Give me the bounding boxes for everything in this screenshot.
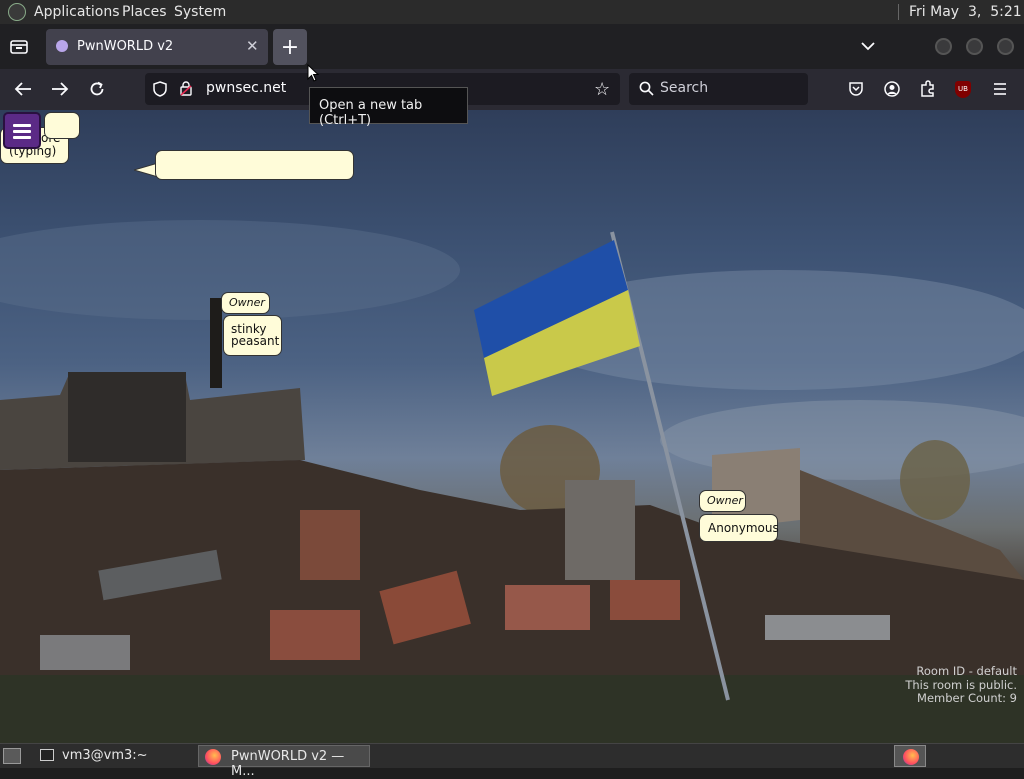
search-icon xyxy=(639,81,654,100)
taskbar-item-label: vm3@vm3:~ xyxy=(62,748,148,763)
window-maximize-button[interactable] xyxy=(966,38,983,55)
panel-divider xyxy=(898,4,899,20)
menu-icon xyxy=(13,123,31,139)
tab-pwnworld[interactable]: PwnWORLD v2 ✕ xyxy=(46,29,268,65)
taskbar-item-terminal[interactable]: vm3@vm3:~ xyxy=(34,745,194,767)
lock-icon[interactable] xyxy=(180,81,192,100)
places-menu[interactable]: Places xyxy=(122,4,167,20)
applications-menu[interactable]: Applications xyxy=(34,4,120,20)
search-bar[interactable]: Search xyxy=(629,73,808,105)
room-public-text: This room is public. xyxy=(905,677,1017,692)
hamburger-menu-icon[interactable] xyxy=(992,81,1008,100)
taskbar-item-label: PwnWORLD v2 — M... xyxy=(231,749,345,779)
bookmark-star-icon[interactable]: ☆ xyxy=(594,79,610,100)
firefox-view-icon[interactable] xyxy=(8,36,30,58)
tab-title: PwnWORLD v2 xyxy=(77,39,174,54)
system-top-panel: Applications Places System Fri May 3, 5:… xyxy=(0,0,1024,24)
back-arrow-icon[interactable] xyxy=(12,79,34,99)
browser-tab-bar: PwnWORLD v2 ✕ + xyxy=(0,24,1024,69)
tab-close-icon[interactable]: ✕ xyxy=(246,37,259,55)
room-info-panel: Room ID - default This room is public. M… xyxy=(905,664,1017,706)
clock[interactable]: Fri May 3, 5:21 PM xyxy=(909,4,1024,20)
user-name-label[interactable]: Anonymous xyxy=(699,514,779,542)
extensions-puzzle-icon[interactable] xyxy=(920,80,936,101)
url-text[interactable]: pwnsec.net xyxy=(206,80,286,96)
background-scene-image xyxy=(0,220,1024,743)
account-icon[interactable] xyxy=(884,81,900,101)
page-content: ore (typing) Owner stinky peasant Owner … xyxy=(0,110,1024,743)
taskbar-item-firefox[interactable]: PwnWORLD v2 — M... xyxy=(198,745,370,779)
firefox-icon xyxy=(205,749,221,765)
distro-logo-icon[interactable] xyxy=(8,3,26,21)
window-minimize-button[interactable] xyxy=(935,38,952,55)
ublock-icon[interactable]: UB xyxy=(955,81,971,98)
user-role-badge: Owner xyxy=(221,292,270,314)
firefox-icon xyxy=(903,749,919,765)
search-placeholder: Search xyxy=(660,80,709,96)
list-all-tabs-icon[interactable] xyxy=(858,36,878,56)
user-name-label[interactable]: stinky peasant xyxy=(223,315,282,356)
new-tab-button[interactable]: + xyxy=(273,29,307,65)
mouse-pointer-icon xyxy=(307,64,319,82)
small-bubble xyxy=(44,112,80,139)
pocket-icon[interactable] xyxy=(848,81,864,101)
new-tab-tooltip: Open a new tab (Ctrl+T) xyxy=(309,87,468,128)
system-menu[interactable]: System xyxy=(174,4,226,20)
forward-arrow-icon[interactable] xyxy=(49,79,71,99)
terminal-icon xyxy=(40,749,54,761)
reload-icon[interactable] xyxy=(86,79,108,99)
user-role-badge: Owner xyxy=(699,490,746,512)
browser-nav-bar: pwnsec.net ☆ Search UB xyxy=(0,69,1024,110)
menu-toggle-button[interactable] xyxy=(3,112,41,149)
room-id-text: Room ID - default xyxy=(916,664,1017,678)
tab-favicon-icon xyxy=(56,40,68,52)
chat-input[interactable] xyxy=(155,150,354,180)
window-close-button[interactable] xyxy=(997,38,1014,55)
taskbar: vm3@vm3:~ PwnWORLD v2 — M... xyxy=(0,743,1024,779)
shield-icon[interactable] xyxy=(153,81,167,101)
workspace-switcher[interactable] xyxy=(894,745,926,767)
show-desktop-icon[interactable] xyxy=(3,748,21,764)
member-count-text: Member Count: 9 xyxy=(917,691,1017,705)
